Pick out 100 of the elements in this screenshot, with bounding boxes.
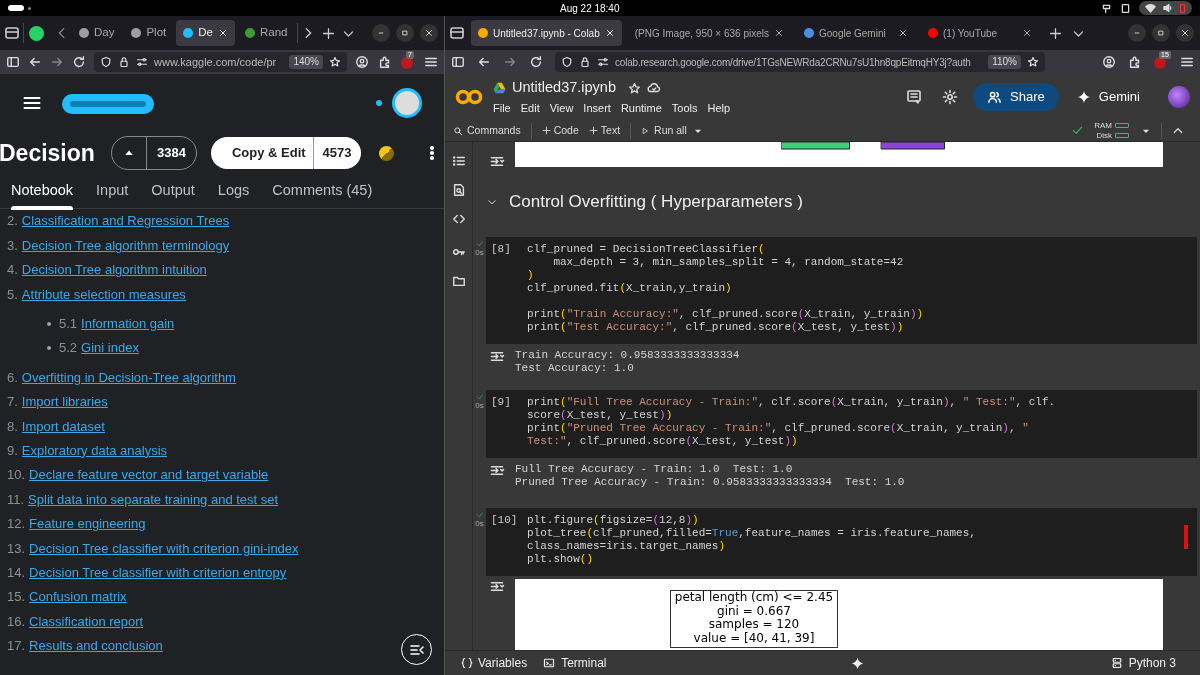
code-line: print("Test Accuracy:", clf_pruned.score(X_test, y_test)) <box>527 321 905 334</box>
url-text: www.kaggle.com/code/pr <box>154 54 277 70</box>
node-text: samples = 120 <box>708 618 800 632</box>
browser-tab[interactable]: Untitled37.ipynb - Colab <box>471 20 622 46</box>
notebook-tab[interactable]: Output <box>151 174 195 208</box>
zoom-badge[interactable]: 110% <box>988 55 1021 69</box>
toc-link[interactable]: Import dataset <box>21 416 105 437</box>
add-code-button[interactable]: Code <box>541 122 579 139</box>
zoom-badge[interactable]: 140% <box>289 55 323 69</box>
variables-button[interactable]: Variables <box>461 654 528 672</box>
node-text: petal length (cm) <= 2.45 <box>674 591 834 605</box>
execution-count: [9] <box>490 396 512 410</box>
toc-link[interactable]: Decision Tree classifier with criterion gini-index <box>29 538 299 558</box>
ram-label: RAM <box>1094 120 1112 131</box>
clock[interactable]: Aug 22 18:40 <box>560 0 620 16</box>
code-line: plot_tree(clf_pruned,filled=True,feature_names = iris.feature_names, <box>527 527 976 540</box>
menu-item[interactable]: Tools <box>671 100 698 117</box>
add-text-button[interactable]: Text <box>588 122 621 139</box>
browser-tab[interactable]: (1) YouTube <box>921 20 1039 46</box>
toc-number: 8. <box>7 417 18 436</box>
code-line: Test:", clf_pruned.score(X_test, y_test)) <box>527 435 799 448</box>
code-line: clf_pruned = DecisionTreeClassifier( <box>527 243 766 256</box>
notebook-tab[interactable]: Logs <box>217 174 250 208</box>
menu-item[interactable]: Runtime <box>620 100 662 117</box>
browser-tab[interactable]: Plot <box>124 20 174 46</box>
execution-count: [10] <box>490 514 519 528</box>
toc-number: 11. <box>7 490 25 509</box>
execution-count: [8] <box>490 243 512 257</box>
toc-number: 5.1 <box>59 315 78 333</box>
toc-link[interactable]: Split data into separate training and test set <box>28 489 279 510</box>
toc-link[interactable]: Attribute selection measures <box>21 284 186 305</box>
toc-link[interactable]: Confusion matrix <box>29 587 127 607</box>
url-field[interactable]: www.kaggle.com/code/pr 140% <box>94 52 347 72</box>
toc-link[interactable]: Information gain <box>81 314 175 334</box>
toc-number: 3. <box>7 236 18 255</box>
node-text: value = [40, 41, 39] <box>693 631 815 645</box>
disk-label: Disk <box>1096 130 1112 141</box>
toc-number: 16. <box>7 612 26 631</box>
run-time: 0s <box>475 519 484 528</box>
output-line: Test Accuracy: 1.0 <box>515 362 635 375</box>
menu-item[interactable]: Edit <box>520 100 540 117</box>
url-field[interactable]: colab.research.google.com/drive/1TGsNEWRda2CRNu7sU1hn8qpEitmqHY3j?auth 110% <box>555 52 1045 72</box>
toc-link[interactable]: Results and conclusion <box>29 636 163 656</box>
toc-number: 5. <box>7 285 18 304</box>
toc-link[interactable]: Decision Tree algorithm intuition <box>21 260 207 280</box>
node-text: gini = 0.667 <box>717 604 791 618</box>
code-cell[interactable]: [10] plt.figure(figsize=(12,8)) plot_tree(clf_pruned,filled=True,feature_names = iris.feature_names, class_names=iris.target_names) plt.show() <box>486 508 1197 576</box>
code-line: plt.show() <box>527 553 595 566</box>
toc-link[interactable]: Declare feature vector and target variable <box>29 465 269 485</box>
run-time: 0s <box>475 248 484 257</box>
menu-item[interactable]: File <box>493 100 511 117</box>
share-button[interactable]: Share <box>973 83 1059 111</box>
toc-number: 14. <box>7 563 26 582</box>
notebook-tab[interactable]: Comments (45) <box>272 174 373 208</box>
copies-count: 4573 <box>321 144 353 163</box>
notebook-title: Decision <box>0 138 96 168</box>
notebook-tab[interactable]: Input <box>96 174 129 208</box>
toc-number: 9. <box>7 441 18 460</box>
section-heading: Control Overfitting ( Hyperparameters ) <box>509 191 803 214</box>
run-time: 0s <box>475 401 484 410</box>
toc-link[interactable]: Feature engineering <box>29 514 146 534</box>
menu-item[interactable]: Insert <box>583 100 611 117</box>
menu-item[interactable]: Help <box>707 100 731 117</box>
toc-link[interactable]: Gini index <box>81 338 139 358</box>
browser-tab[interactable]: Day <box>72 20 122 46</box>
code-line: clf_pruned.fit(X_train,y_train) <box>527 282 733 295</box>
terminal-button[interactable]: Terminal <box>543 654 607 672</box>
toc-link[interactable]: Classification report <box>29 611 144 632</box>
browser-tab[interactable]: Google Gemini <box>797 20 915 46</box>
code-line: class_names=iris.target_names) <box>527 540 727 553</box>
toc-number: 4. <box>7 261 18 280</box>
toc-number: 2. <box>7 212 18 231</box>
notebook-tab[interactable]: Notebook <box>11 174 74 208</box>
browser-tab[interactable]: (PNG Image, 950 × 636 pixels <box>627 20 791 46</box>
code-line: print("Pruned Tree Accuracy - Train:", clf_pruned.score(X_train, y_train), " <box>527 422 1030 435</box>
toc-link[interactable]: Decision Tree algorithm terminology <box>21 235 230 256</box>
code-line: max_depth = 3, min_samples_split = 4, random_state=42 <box>552 256 905 269</box>
browser-tab[interactable]: Rand <box>238 20 295 46</box>
toc-link[interactable]: Overfitting in Decision-Tree algorithm <box>21 367 236 388</box>
code-line: plt.figure(figsize=(12,8)) <box>527 514 700 527</box>
code-line: score(X_test, y_test)) <box>527 409 674 422</box>
toc-number: 5.2 <box>59 339 78 358</box>
browser-tab[interactable]: De <box>176 20 235 46</box>
toc-link[interactable]: Exploratory data analysis <box>21 440 168 461</box>
menu-item[interactable]: View <box>549 100 574 117</box>
toc-number: 6. <box>7 368 18 387</box>
output-line: Full Tree Accuracy - Train: 1.0 Test: 1.0 <box>515 463 794 476</box>
notebook-name[interactable]: Untitled37.ipynb <box>512 77 616 100</box>
runtime-button[interactable]: Python 3 <box>1110 654 1184 672</box>
toc-link[interactable]: Classification and Regression Trees <box>21 211 230 231</box>
code-line: ) <box>527 269 535 282</box>
toc-number: 17. <box>7 637 26 656</box>
copy-edit-button[interactable]: Copy & Edit <box>210 137 314 169</box>
toc-link[interactable]: Import libraries <box>21 392 108 412</box>
run-all-button[interactable]: Run all <box>641 122 687 139</box>
commands-button[interactable]: Commands <box>467 122 521 139</box>
gemini-button[interactable]: Gemini <box>1076 87 1140 107</box>
toc-number: 10. <box>7 466 26 485</box>
toc-number: 15. <box>7 588 26 607</box>
toc-link[interactable]: Decision Tree classifier with criterion entropy <box>29 562 287 583</box>
